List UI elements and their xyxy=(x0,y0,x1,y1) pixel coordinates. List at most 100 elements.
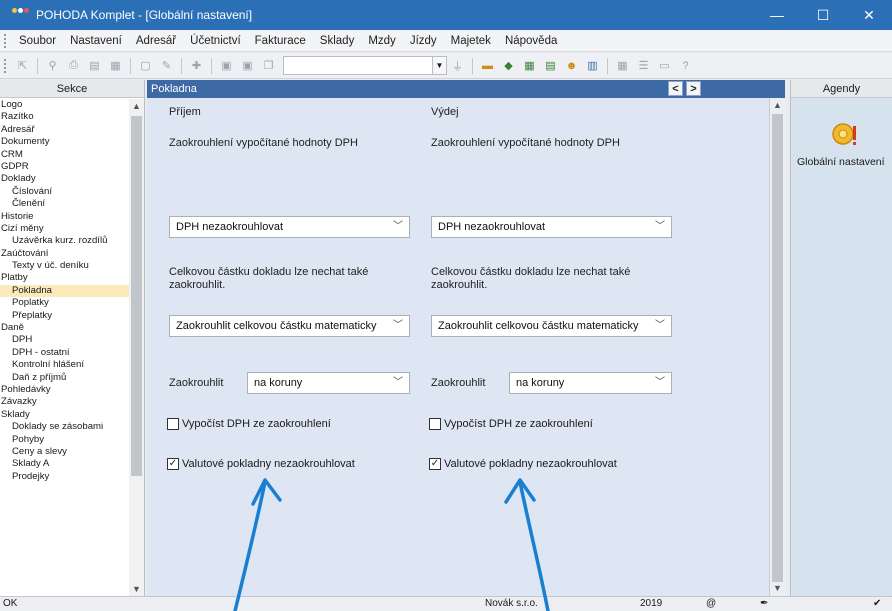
income-currency-checkbox[interactable]: ✓ Valutové pokladny nezaokrouhlovat xyxy=(167,458,355,470)
toolbar-separator xyxy=(130,57,131,74)
scroll-down-icon[interactable]: ▼ xyxy=(129,582,144,596)
toolbar-separator xyxy=(37,57,38,74)
checkbox-box[interactable] xyxy=(429,418,441,430)
expense-total-rounding-select[interactable]: Zaokrouhlit celkovou částku matematicky … xyxy=(431,315,672,337)
sidebar-item[interactable]: Zaúčtování xyxy=(0,248,130,260)
sidebar-item[interactable]: Přeplatky xyxy=(0,310,130,322)
sidebar-item[interactable]: Texty v úč. deníku xyxy=(0,260,130,272)
sidebar-item[interactable]: Cizí měny xyxy=(0,223,130,235)
sidebar-item[interactable]: Sklady A xyxy=(0,458,130,470)
expense-round-select[interactable]: na koruny ﹀ xyxy=(509,372,672,394)
checkbox-box[interactable] xyxy=(167,418,179,430)
menu-mzdy[interactable]: Mzdy xyxy=(361,35,402,47)
sidebar-item[interactable]: Doklady xyxy=(0,173,130,185)
sidebar-item[interactable]: Dokumenty xyxy=(0,136,130,148)
help-icon[interactable]: ? xyxy=(677,57,694,74)
sidebar-item[interactable]: Pokladna xyxy=(0,284,130,298)
sidebar-item[interactable]: DPH - ostatní xyxy=(0,347,130,359)
next-section-button[interactable]: > xyxy=(686,81,701,96)
expense-vat-rounding-select[interactable]: DPH nezaokrouhlovat ﹀ xyxy=(431,216,672,238)
sidebar-item[interactable]: Platby xyxy=(0,272,130,284)
sidebar-item[interactable]: CRM xyxy=(0,149,130,161)
scroll-up-icon[interactable]: ▲ xyxy=(129,99,144,113)
income-vat-rounding-select[interactable]: DPH nezaokrouhlovat ﹀ xyxy=(169,216,410,238)
sidebar-item[interactable]: Historie xyxy=(0,211,130,223)
new-doc-icon[interactable]: ▢ xyxy=(137,57,154,74)
tag-icon[interactable]: ◆ xyxy=(500,57,517,74)
chevron-down-icon: ﹀ xyxy=(655,320,665,331)
barcode-icon[interactable]: ▥ xyxy=(584,57,601,74)
menu-majetek[interactable]: Majetek xyxy=(444,35,498,47)
panel-scroll-thumb[interactable] xyxy=(772,114,783,582)
list-icon[interactable]: ☰ xyxy=(635,57,652,74)
toolbar-separator xyxy=(607,57,608,74)
folder-icon[interactable]: ▬ xyxy=(479,57,496,74)
copy-icon[interactable]: ❐ xyxy=(260,57,277,74)
edit-icon[interactable]: ✎ xyxy=(158,57,175,74)
find-icon[interactable]: ⚲ xyxy=(44,57,61,74)
grid-icon[interactable]: ▦ xyxy=(614,57,631,74)
sidebar-item[interactable]: Poplatky xyxy=(0,297,130,309)
export-icon[interactable]: ▦ xyxy=(107,57,124,74)
save-icon[interactable]: ▣ xyxy=(218,57,235,74)
sidebar-item[interactable]: Doklady se zásobami xyxy=(0,421,130,433)
sidebar-item[interactable]: Prodejky xyxy=(0,471,130,483)
sidebar-item[interactable]: Daně xyxy=(0,322,130,334)
menu-napoveda[interactable]: Nápověda xyxy=(498,35,564,47)
filter-icon[interactable]: ⏚ xyxy=(449,57,466,74)
sidebar-item[interactable]: GDPR xyxy=(0,161,130,173)
menu-soubor[interactable]: Soubor xyxy=(12,35,63,47)
global-settings-icon[interactable] xyxy=(831,120,859,148)
add-record-icon[interactable]: ✚ xyxy=(188,57,205,74)
window-icon[interactable]: ▭ xyxy=(656,57,673,74)
calculator-icon[interactable]: ▦ xyxy=(521,57,538,74)
menu-jizdy[interactable]: Jízdy xyxy=(403,35,444,47)
print-icon[interactable]: ⎙ xyxy=(65,57,82,74)
sidebar-item[interactable]: Uzávěrka kurz. rozdílů xyxy=(0,235,130,247)
sidebar-item[interactable]: Logo xyxy=(0,99,130,111)
sidebar-item[interactable]: Členění xyxy=(0,198,130,210)
save-as-icon[interactable]: ▣ xyxy=(239,57,256,74)
minimize-button[interactable]: — xyxy=(754,0,800,30)
expense-calc-vat-checkbox[interactable]: Vypočíst DPH ze zaokrouhlení xyxy=(429,418,593,430)
expense-currency-checkbox[interactable]: ✓ Valutové pokladny nezaokrouhlovat xyxy=(429,458,617,470)
income-total-rounding-select[interactable]: Zaokrouhlit celkovou částku matematicky … xyxy=(169,315,410,337)
sidebar-item[interactable]: Razítko xyxy=(0,111,130,123)
menu-fakturace[interactable]: Fakturace xyxy=(248,35,313,47)
scroll-down-icon[interactable]: ▼ xyxy=(770,581,785,596)
scroll-up-icon[interactable]: ▲ xyxy=(770,98,785,113)
maximize-button[interactable]: ☐ xyxy=(800,0,846,30)
sidebar-item[interactable]: Pohledávky xyxy=(0,384,130,396)
users-icon[interactable]: ☻ xyxy=(563,57,580,74)
toolbar-search-input[interactable] xyxy=(283,56,433,75)
income-round-select[interactable]: na koruny ﹀ xyxy=(247,372,410,394)
menu-sklady[interactable]: Sklady xyxy=(313,35,362,47)
menu-nastaveni[interactable]: Nastavení xyxy=(63,35,129,47)
sidebar-item[interactable]: Sklady xyxy=(0,409,130,421)
preview-icon[interactable]: ▤ xyxy=(86,57,103,74)
menu-adresar[interactable]: Adresář xyxy=(129,35,183,47)
prev-section-button[interactable]: < xyxy=(668,81,683,96)
checkmark-icon[interactable]: ✓ xyxy=(167,458,179,470)
sidebar-item[interactable]: DPH xyxy=(0,334,130,346)
sidebar-item[interactable]: Daň z příjmů xyxy=(0,372,130,384)
global-settings-agenda[interactable]: Globální nastavení xyxy=(797,156,885,168)
sidebar-item[interactable]: Závazky xyxy=(0,396,130,408)
sidebar-item[interactable]: Adresář xyxy=(0,124,130,136)
cursor-icon[interactable]: ⇱ xyxy=(14,57,31,74)
sidebar-scrollbar[interactable]: ▲ ▼ xyxy=(129,99,144,596)
sidebar-item[interactable]: Číslování xyxy=(0,186,130,198)
checkmark-icon[interactable]: ✓ xyxy=(429,458,441,470)
income-calc-vat-checkbox[interactable]: Vypočíst DPH ze zaokrouhlení xyxy=(167,418,331,430)
sidebar-item[interactable]: Kontrolní hlášení xyxy=(0,359,130,371)
sidebar-scroll-thumb[interactable] xyxy=(131,116,142,476)
calendar-icon[interactable]: ▤ xyxy=(542,57,559,74)
close-button[interactable]: ✕ xyxy=(846,0,892,30)
sidebar-item[interactable]: Ceny a slevy xyxy=(0,446,130,458)
chevron-down-icon: ﹀ xyxy=(393,377,403,388)
sidebar-item[interactable]: Pohyby xyxy=(0,434,130,446)
panel-scrollbar[interactable]: ▲ ▼ xyxy=(769,98,785,596)
menu-ucetnictvi[interactable]: Účetnictví xyxy=(183,35,248,47)
toolbar-search-dropdown[interactable]: ▼ xyxy=(433,56,447,75)
sidebar-header: Sekce xyxy=(0,80,144,98)
